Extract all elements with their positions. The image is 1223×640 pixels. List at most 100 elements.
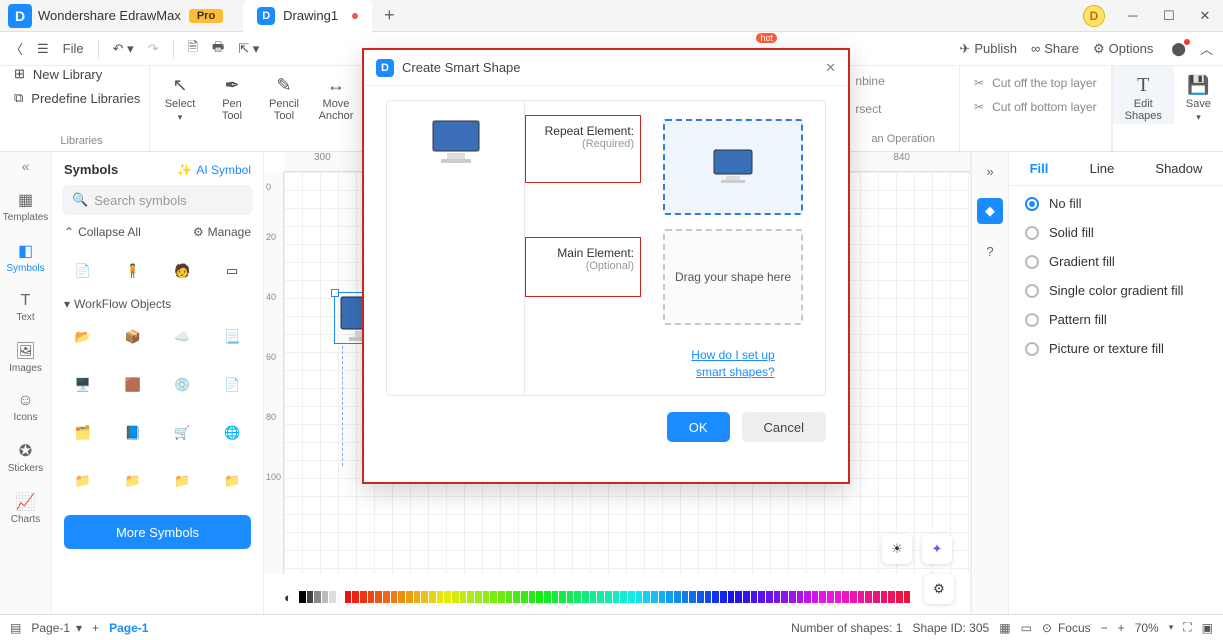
back-button[interactable]: 〈 (10, 39, 23, 58)
symbol-item[interactable]: ▭ (209, 249, 255, 293)
color-swatch[interactable] (391, 591, 398, 603)
color-swatch[interactable] (483, 591, 490, 603)
color-swatch[interactable] (352, 591, 359, 603)
symbol-item[interactable]: 📂 (60, 315, 106, 359)
color-swatch[interactable] (574, 591, 581, 603)
symbol-item[interactable]: 🛒 (160, 411, 206, 455)
tab-shadow[interactable]: Shadow (1155, 161, 1202, 176)
page-tab[interactable]: Page-1 (109, 621, 148, 635)
user-avatar[interactable]: D (1083, 5, 1105, 27)
tab-line[interactable]: Line (1090, 161, 1115, 176)
view-page-icon[interactable]: ▭ (1021, 621, 1032, 635)
symbol-item[interactable]: 🧑 (160, 249, 206, 293)
fill-single-gradient[interactable]: Single color gradient fill (1013, 283, 1219, 298)
color-swatch[interactable] (360, 591, 367, 603)
rail-icons[interactable]: ☺Icons (0, 386, 51, 429)
color-swatch[interactable] (819, 591, 826, 603)
move-anchor-tool[interactable]: ↔Move Anchor (316, 74, 356, 122)
view-grid-icon[interactable]: ▦ (999, 621, 1010, 635)
color-swatch[interactable] (314, 591, 321, 603)
symbol-category[interactable]: ▾ WorkFlow Objects (52, 293, 263, 315)
color-swatch[interactable] (812, 591, 819, 603)
eyedropper-icon[interactable]: ◐ (284, 590, 292, 605)
color-swatch[interactable] (307, 591, 314, 603)
help-icon[interactable]: ? (977, 238, 1003, 264)
color-swatch[interactable] (429, 591, 436, 603)
fill-gradient[interactable]: Gradient fill (1013, 254, 1219, 269)
color-swatch[interactable] (896, 591, 903, 603)
select-tool[interactable]: ↖Select▾ (160, 74, 200, 123)
color-swatch[interactable] (613, 591, 620, 603)
ai-symbol-link[interactable]: ✨AI Symbol (177, 163, 251, 177)
redo-button[interactable]: ↷ (148, 41, 159, 57)
new-tab-button[interactable]: + (384, 5, 395, 26)
zoom-value[interactable]: 70% (1135, 621, 1159, 635)
color-swatch[interactable] (582, 591, 589, 603)
pencil-tool[interactable]: ✎Pencil Tool (264, 74, 304, 122)
color-swatch[interactable] (322, 591, 329, 603)
color-swatch[interactable] (797, 591, 804, 603)
color-swatch[interactable] (628, 591, 635, 603)
tab-fill[interactable]: Fill (1030, 161, 1049, 176)
color-swatch[interactable] (858, 591, 865, 603)
rail-charts[interactable]: 📈Charts (0, 486, 51, 531)
color-swatch[interactable] (720, 591, 727, 603)
color-swatch[interactable] (881, 591, 888, 603)
color-swatch[interactable] (873, 591, 880, 603)
fit-page-icon[interactable]: ⛶ (1183, 620, 1191, 635)
ok-button[interactable]: OK (667, 412, 730, 442)
color-swatch[interactable] (666, 591, 673, 603)
symbol-item[interactable]: 💿 (160, 363, 206, 407)
color-swatch[interactable] (521, 591, 528, 603)
symbol-item[interactable]: 🗂️ (60, 411, 106, 455)
help-link[interactable]: How do I set up smart shapes? (691, 347, 774, 381)
color-swatch[interactable] (735, 591, 742, 603)
color-swatch[interactable] (705, 591, 712, 603)
color-swatch[interactable] (689, 591, 696, 603)
add-page-button[interactable]: + (92, 621, 99, 635)
fill-solid[interactable]: Solid fill (1013, 225, 1219, 240)
color-swatch[interactable] (460, 591, 467, 603)
page-selector[interactable]: Page-1 ▾ (31, 621, 82, 635)
color-swatch[interactable] (674, 591, 681, 603)
color-swatch[interactable] (697, 591, 704, 603)
color-swatch[interactable] (743, 591, 750, 603)
notifications-icon[interactable]: ⬤ (1167, 41, 1186, 57)
pen-tool[interactable]: ✒Pen Tool (212, 74, 252, 122)
color-swatch[interactable] (682, 591, 689, 603)
export-icon[interactable]: ⇱ ▾ (238, 41, 259, 57)
collapse-all-button[interactable]: ⌃Collapse All (64, 225, 141, 239)
symbol-item[interactable]: 🌐 (209, 411, 255, 455)
collapse-rail-icon[interactable]: « (22, 158, 30, 174)
maximize-button[interactable]: ☐ (1151, 2, 1187, 30)
color-swatch[interactable] (329, 591, 336, 603)
edit-shapes-button[interactable]: TEdit Shapes (1113, 66, 1174, 124)
color-swatch[interactable] (605, 591, 612, 603)
color-swatch[interactable] (544, 591, 551, 603)
cancel-button[interactable]: Cancel (742, 412, 826, 442)
focus-toggle[interactable]: ⊙ Focus (1042, 621, 1091, 635)
fullscreen-icon[interactable]: ▣ (1202, 621, 1213, 635)
color-swatch[interactable] (651, 591, 658, 603)
symbol-item[interactable]: 📄 (60, 249, 106, 293)
canvas-settings-fab[interactable]: ⚙ (924, 574, 954, 604)
color-swatch[interactable] (513, 591, 520, 603)
repeat-dropzone[interactable] (663, 119, 803, 215)
color-swatch[interactable] (375, 591, 382, 603)
color-swatch[interactable] (398, 591, 405, 603)
fill-picture[interactable]: Picture or texture fill (1013, 341, 1219, 356)
color-swatch[interactable] (559, 591, 566, 603)
color-swatch[interactable] (804, 591, 811, 603)
color-swatch[interactable] (345, 591, 352, 603)
color-swatch[interactable] (850, 591, 857, 603)
symbol-item[interactable]: 🟫 (110, 363, 156, 407)
color-swatch[interactable] (865, 591, 872, 603)
color-swatch[interactable] (437, 591, 444, 603)
color-swatch[interactable] (529, 591, 536, 603)
color-swatch[interactable] (597, 591, 604, 603)
color-swatch[interactable] (368, 591, 375, 603)
color-swatch[interactable] (643, 591, 650, 603)
theme-fab[interactable]: ☀ (882, 534, 912, 564)
color-swatch[interactable] (827, 591, 834, 603)
new-library-button[interactable]: ⊞New Library (14, 66, 149, 82)
